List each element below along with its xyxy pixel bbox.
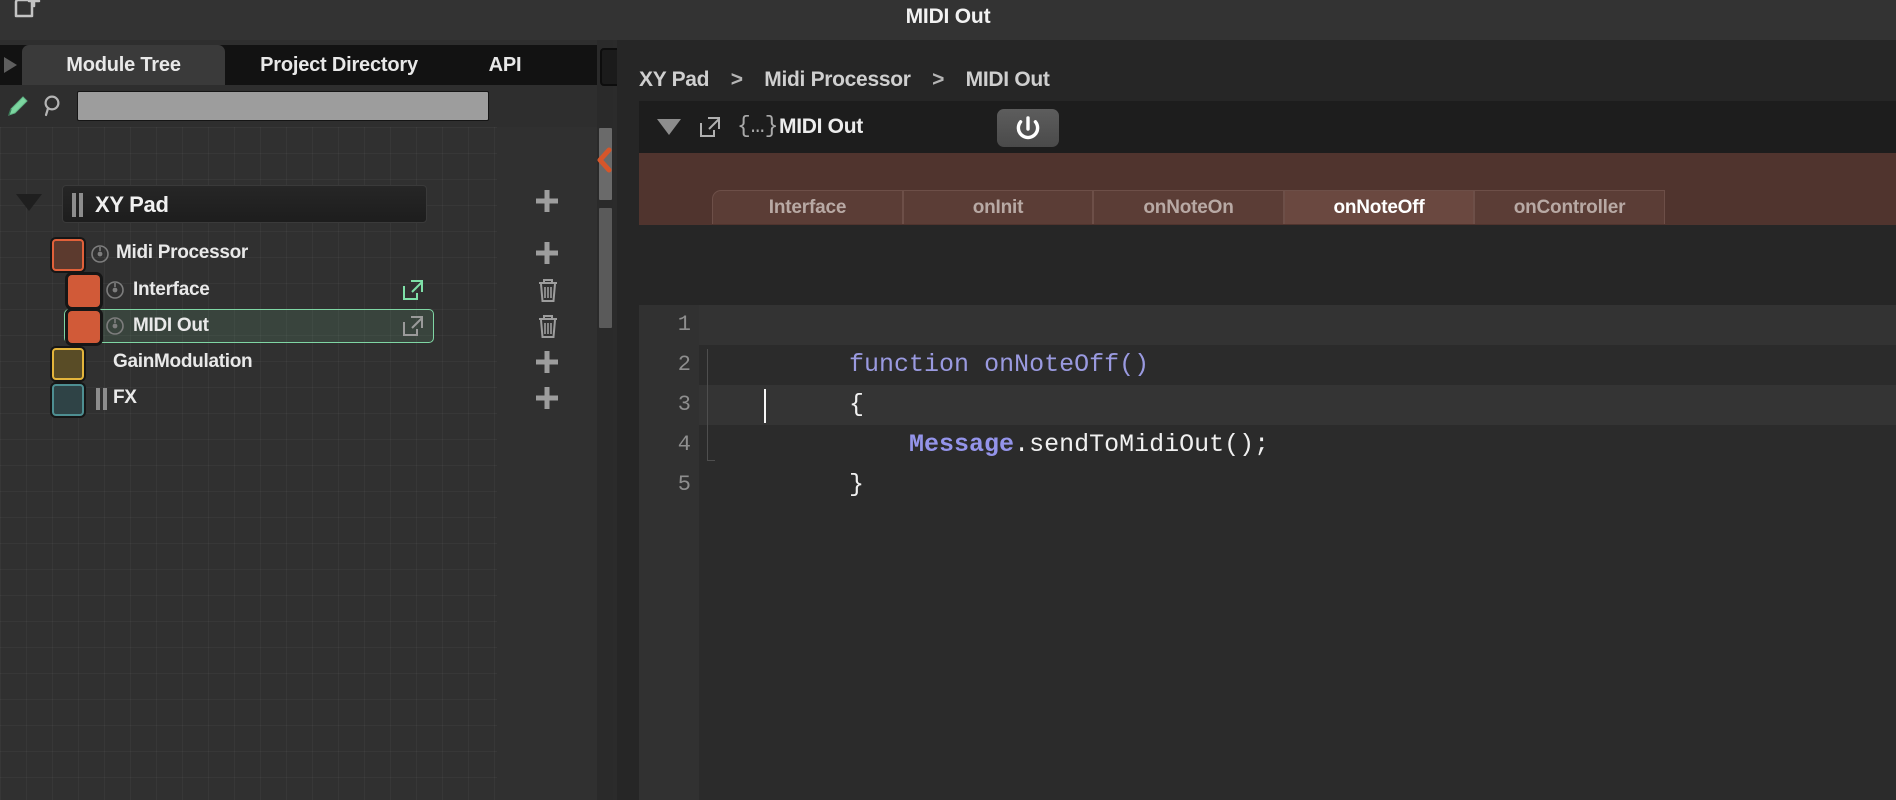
drag-handle-icon[interactable]: [72, 193, 86, 217]
trash-icon[interactable]: [535, 276, 561, 304]
tab-project-directory[interactable]: Project Directory: [229, 45, 449, 85]
pencil-icon[interactable]: [4, 92, 32, 120]
tab-oncontroller-label: onController: [1513, 197, 1626, 218]
play-arrow-icon[interactable]: [0, 54, 22, 76]
tree-root-label: XY Pad: [95, 192, 169, 217]
tab-module-tree-label: Module Tree: [66, 54, 181, 76]
tree-item-label-gainmodulation[interactable]: GainModulation: [113, 348, 253, 376]
code-token-object: Message: [909, 430, 1015, 459]
tree-root-row[interactable]: XY Pad: [62, 185, 427, 223]
line-number: 4: [677, 432, 691, 457]
braces-icon[interactable]: {…}: [737, 109, 778, 143]
breadcrumb-item-xy-pad[interactable]: XY Pad: [639, 68, 709, 91]
tree-item-label-midi-out[interactable]: MIDI Out: [133, 312, 209, 340]
module-header: {…} MIDI Out: [639, 101, 1896, 153]
breadcrumb-separator: >: [730, 68, 743, 91]
breadcrumb-item-midi-processor[interactable]: Midi Processor: [764, 68, 911, 91]
breadcrumb-separator: >: [932, 68, 945, 91]
tab-oninit-label: onInit: [972, 197, 1024, 218]
code-token-method: .sendToMidiOut();: [1014, 430, 1270, 459]
triangle-down-icon[interactable]: [657, 119, 681, 135]
tab-oninit[interactable]: onInit: [903, 190, 1093, 224]
function-tab-list: Interface onInit onNoteOn onNoteOff onCo…: [712, 190, 1665, 224]
scrollbar-track[interactable]: [599, 208, 612, 328]
window-title: MIDI Out: [905, 5, 991, 28]
knob-icon: [90, 244, 110, 269]
line-number: 5: [677, 472, 691, 497]
tab-module-tree[interactable]: Module Tree: [22, 45, 225, 85]
left-panel: Module Tree Project Directory API XY Pad…: [0, 40, 600, 800]
tree-root-collapse-icon[interactable]: [16, 194, 42, 211]
breadcrumb-item-midi-out[interactable]: MIDI Out: [966, 68, 1050, 91]
code-line-2[interactable]: {: [699, 345, 864, 419]
tree-item-color-swatch[interactable]: [68, 275, 100, 307]
tree-item-color-swatch[interactable]: [52, 348, 84, 380]
code-editor-surface[interactable]: 1 2 3 4 5 function onNoteOff() { Message…: [639, 305, 1896, 800]
code-line-1[interactable]: function onNoteOff(): [699, 305, 1149, 379]
left-tabstrip: Module Tree Project Directory API: [0, 45, 597, 85]
text-caret: [764, 389, 766, 423]
drag-handle-icon[interactable]: [96, 388, 110, 412]
search-input[interactable]: [77, 91, 489, 121]
right-panel: XY Pad > Midi Processor > MIDI Out {…} M…: [617, 40, 1896, 800]
tree-item-color-swatch[interactable]: [68, 311, 100, 343]
line-number: 2: [677, 352, 691, 377]
popout-icon[interactable]: [400, 277, 426, 303]
module-tree-action-gutter: [497, 127, 597, 800]
code-gutter: 1 2 3 4 5: [639, 305, 699, 800]
plus-icon[interactable]: [533, 348, 561, 376]
popout-icon[interactable]: [400, 313, 426, 339]
code-line-3[interactable]: Message.sendToMidiOut();: [699, 385, 1269, 459]
knob-icon: [105, 316, 125, 341]
tree-item-label-fx[interactable]: FX: [113, 384, 137, 412]
tab-onnoteoff[interactable]: onNoteOff: [1284, 190, 1474, 224]
tree-item-label-midi-processor[interactable]: Midi Processor: [116, 239, 248, 267]
tree-item-color-swatch[interactable]: [52, 384, 84, 416]
tab-api[interactable]: API: [460, 45, 550, 85]
tab-onnoteon[interactable]: onNoteOn: [1093, 190, 1284, 224]
left-search-row: [0, 85, 597, 127]
tab-project-directory-label: Project Directory: [260, 54, 418, 76]
breadcrumb: XY Pad > Midi Processor > MIDI Out: [639, 60, 1050, 100]
plus-icon[interactable]: [533, 239, 561, 267]
trash-icon[interactable]: [535, 312, 561, 340]
module-header-title: MIDI Out: [779, 115, 863, 138]
app-root: MIDI Out Module Tree Project Directory A…: [0, 0, 1896, 800]
power-button[interactable]: [997, 109, 1059, 147]
plus-icon[interactable]: [533, 187, 561, 215]
tab-oncontroller[interactable]: onController: [1474, 190, 1665, 224]
line-number: 1: [677, 312, 691, 337]
code-token-function-name: onNoteOff(): [984, 350, 1150, 379]
code-token-brace: }: [849, 470, 865, 499]
popout-icon[interactable]: [697, 114, 723, 140]
plus-icon[interactable]: [533, 384, 561, 412]
function-tabbar: Interface onInit onNoteOn onNoteOff onCo…: [639, 153, 1896, 225]
tab-onnoteon-label: onNoteOn: [1143, 197, 1234, 218]
tab-interface[interactable]: Interface: [712, 190, 903, 224]
code-line-4[interactable]: }: [699, 425, 864, 499]
tree-item-label-interface[interactable]: Interface: [133, 276, 210, 304]
tree-item-color-swatch[interactable]: [52, 239, 84, 271]
code-editor[interactable]: 1 2 3 4 5 function onNoteOff() { Message…: [639, 225, 1896, 800]
chevron-left-icon[interactable]: [596, 147, 614, 173]
code-token-keyword: function: [849, 350, 985, 379]
knob-icon: [105, 280, 125, 305]
tab-interface-label: Interface: [768, 197, 847, 218]
search-icon[interactable]: [40, 92, 68, 120]
tab-onnoteoff-label: onNoteOff: [1333, 197, 1425, 218]
window-titlebar: MIDI Out: [0, 0, 1896, 40]
module-tree-canvas: XY Pad Midi Processor Interface MIDI Out…: [0, 127, 497, 800]
line-number: 3: [677, 392, 691, 417]
tab-api-label: API: [488, 54, 522, 76]
